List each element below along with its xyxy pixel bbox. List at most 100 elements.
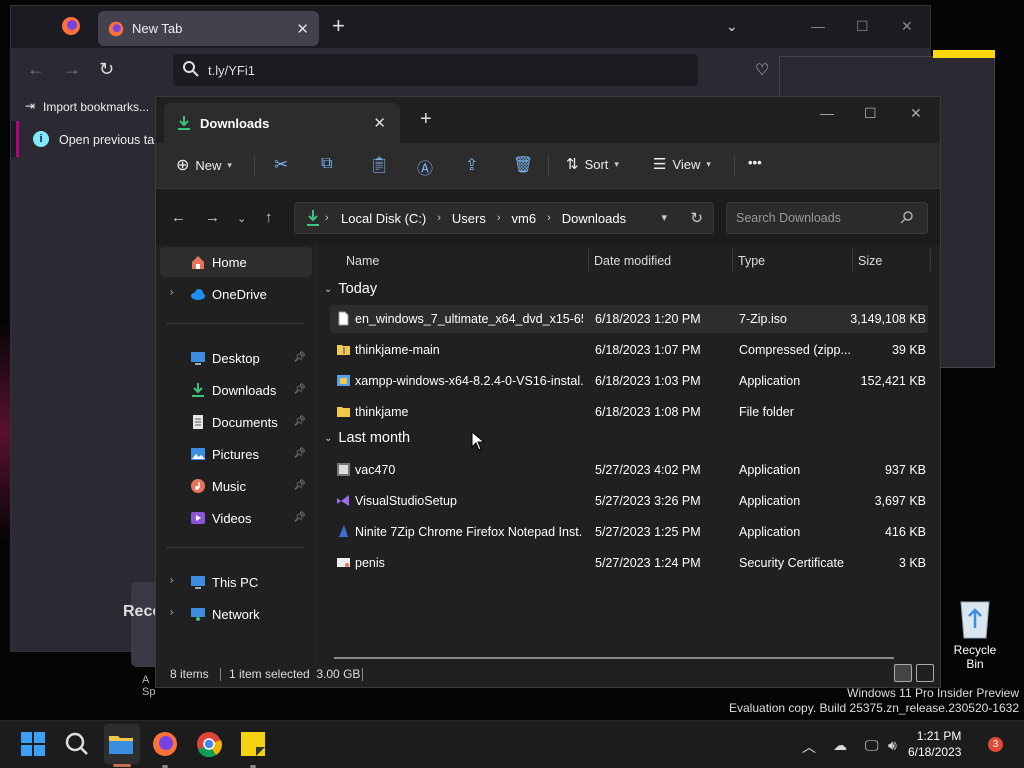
search-icon[interactable] — [64, 731, 90, 757]
column-header-size[interactable]: Size — [858, 254, 882, 268]
breadcrumb-item[interactable]: Local Disk (C:) — [341, 211, 426, 226]
pocket-icon[interactable]: ♡ — [755, 60, 769, 80]
address-bar[interactable]: › Local Disk (C:) › Users › vm6 › Downlo… — [294, 202, 714, 234]
clock[interactable]: 1:21 PM 6/18/2023 — [908, 728, 961, 760]
breadcrumb-item[interactable]: vm6 — [512, 211, 537, 226]
forward-icon[interactable]: → — [205, 209, 220, 226]
recent-chevron-icon[interactable]: ⌄ — [237, 212, 246, 225]
expand-chevron-icon[interactable]: › — [170, 575, 173, 586]
start-icon[interactable] — [20, 731, 46, 757]
sidebar-item-pictures[interactable]: Pictures 📌︎ — [160, 439, 312, 469]
maximize-icon[interactable]: ☐ — [864, 105, 877, 122]
pin-icon[interactable]: 📌︎ — [293, 352, 306, 363]
volume-icon[interactable]: 🔊︎ — [888, 737, 897, 754]
sidebar-item-label: Network — [212, 607, 260, 622]
new-tab-button[interactable]: + — [420, 109, 432, 129]
minimize-icon[interactable]: — — [820, 105, 834, 121]
tiles-view-icon[interactable] — [916, 664, 934, 682]
forward-icon[interactable]: → — [63, 59, 81, 80]
rename-button[interactable]: Ⓐ — [417, 155, 433, 179]
group-header-last-month[interactable]: ⌄ Last month — [324, 430, 410, 446]
new-button[interactable]: ⊕ New ▾ — [176, 155, 232, 175]
table-row[interactable]: VisualStudioSetup 5/27/2023 3:26 PM Appl… — [330, 487, 928, 515]
minimize-icon[interactable]: — — [811, 18, 825, 34]
column-header-date[interactable]: Date modified — [594, 254, 671, 268]
sidebar-item-this-pc[interactable]: › This PC — [160, 567, 312, 597]
group-header-today[interactable]: ⌄ Today — [324, 281, 377, 297]
cut-button[interactable]: ✂ — [274, 155, 288, 175]
firefox-icon[interactable] — [152, 731, 178, 757]
column-header-name[interactable]: Name — [346, 254, 379, 268]
sidebar-item-home[interactable]: Home — [160, 247, 312, 277]
table-row[interactable]: en_windows_7_ultimate_x64_dvd_x15-65... … — [330, 305, 928, 333]
firefox-icon[interactable] — [61, 16, 81, 36]
active-indicator — [113, 764, 131, 767]
certificate-icon — [337, 558, 350, 567]
new-tab-button[interactable]: + — [332, 15, 345, 37]
table-row[interactable]: thinkjame-main 6/18/2023 1:07 PM Compres… — [330, 336, 928, 364]
breadcrumb-item[interactable]: Users — [452, 211, 486, 226]
expand-chevron-icon[interactable]: › — [170, 607, 173, 618]
delete-button[interactable]: 🗑︎ — [513, 155, 533, 175]
sticky-notes-icon[interactable] — [240, 731, 266, 757]
up-icon[interactable]: ↑ — [265, 209, 273, 226]
pin-icon[interactable]: 📌︎ — [293, 512, 306, 523]
show-hidden-icons-chevron-icon[interactable]: ︿ — [802, 737, 816, 757]
view-button[interactable]: ☰ View ▾ — [653, 155, 711, 173]
chevron-down-icon[interactable]: ▾ — [661, 211, 667, 224]
close-tab-icon[interactable]: ✕ — [373, 114, 386, 132]
chrome-icon[interactable] — [196, 731, 222, 757]
table-row[interactable]: vac470 5/27/2023 4:02 PM Application 937… — [330, 456, 928, 484]
sidebar-item-downloads[interactable]: Downloads 📌︎ — [160, 375, 312, 405]
tab-new-tab[interactable]: New Tab ✕ — [98, 11, 319, 46]
column-divider[interactable] — [852, 249, 853, 271]
search-input[interactable]: Search Downloads — [726, 202, 928, 234]
table-row[interactable]: thinkjame 6/18/2023 1:08 PM File folder — [330, 398, 928, 426]
sidebar-item-desktop[interactable]: Desktop 📌︎ — [160, 343, 312, 373]
maximize-icon[interactable]: ☐ — [856, 18, 869, 35]
notification-badge[interactable]: 3 — [988, 737, 1003, 752]
import-bookmarks-link[interactable]: Import bookmarks... — [43, 100, 149, 114]
file-explorer-window[interactable]: Downloads ✕ + — ☐ ✕ ⊕ New ▾ ✂ ⧉ 📋︎ Ⓐ ⇪ 🗑… — [155, 96, 941, 688]
list-tabs-chevron-icon[interactable]: ⌄ — [726, 18, 738, 35]
details-view-icon[interactable] — [894, 664, 912, 682]
sidebar-item-documents[interactable]: Documents 📌︎ — [160, 407, 312, 437]
breadcrumb-item[interactable]: Downloads — [562, 211, 626, 226]
share-icon: ⇪ — [465, 157, 479, 174]
recycle-bin[interactable]: Recycle Bin — [944, 596, 1006, 671]
horizontal-scrollbar[interactable] — [334, 657, 894, 659]
table-row[interactable]: Ninite 7Zip Chrome Firefox Notepad Inst.… — [330, 518, 928, 546]
more-button[interactable]: ••• — [748, 155, 762, 170]
column-divider[interactable] — [732, 249, 733, 271]
column-divider[interactable] — [588, 249, 589, 271]
network-icon[interactable]: 🖵︎ — [865, 737, 879, 754]
refresh-icon[interactable]: ↻ — [690, 209, 703, 227]
close-window-icon[interactable]: ✕ — [901, 18, 913, 35]
sidebar-item-network[interactable]: › Network — [160, 599, 312, 629]
copy-button[interactable]: ⧉ — [321, 155, 332, 173]
table-row[interactable]: xampp-windows-x64-8.2.4-0-VS16-instal...… — [330, 367, 928, 395]
tab-downloads[interactable]: Downloads ✕ — [164, 103, 400, 143]
sidebar-item-videos[interactable]: Videos 📌︎ — [160, 503, 312, 533]
pin-icon[interactable]: 📌︎ — [293, 480, 306, 491]
column-divider[interactable] — [930, 249, 931, 271]
url-bar[interactable]: t.ly/YFi1 — [173, 54, 698, 86]
reload-icon[interactable]: ↻ — [99, 59, 114, 80]
table-row[interactable]: penis 5/27/2023 1:24 PM Security Certifi… — [330, 549, 928, 577]
close-window-icon[interactable]: ✕ — [910, 105, 922, 122]
back-icon[interactable]: ← — [171, 209, 186, 226]
paste-button[interactable]: 📋︎ — [369, 155, 389, 175]
close-tab-icon[interactable]: ✕ — [296, 20, 309, 38]
sidebar-item-onedrive[interactable]: › OneDrive — [160, 279, 312, 309]
pin-icon[interactable]: 📌︎ — [293, 448, 306, 459]
pin-icon[interactable]: 📌︎ — [293, 416, 306, 427]
expand-chevron-icon[interactable]: › — [170, 287, 173, 298]
share-button[interactable]: ⇪ — [465, 155, 478, 175]
file-explorer-icon[interactable] — [108, 731, 134, 757]
cloud-off-icon[interactable]: ☁ — [833, 737, 847, 754]
sort-button[interactable]: ⇅ Sort ▾ — [566, 155, 619, 173]
sidebar-item-music[interactable]: Music 📌︎ — [160, 471, 312, 501]
column-header-type[interactable]: Type — [738, 254, 765, 268]
pin-icon[interactable]: 📌︎ — [293, 384, 306, 395]
back-icon[interactable]: ← — [27, 59, 45, 80]
